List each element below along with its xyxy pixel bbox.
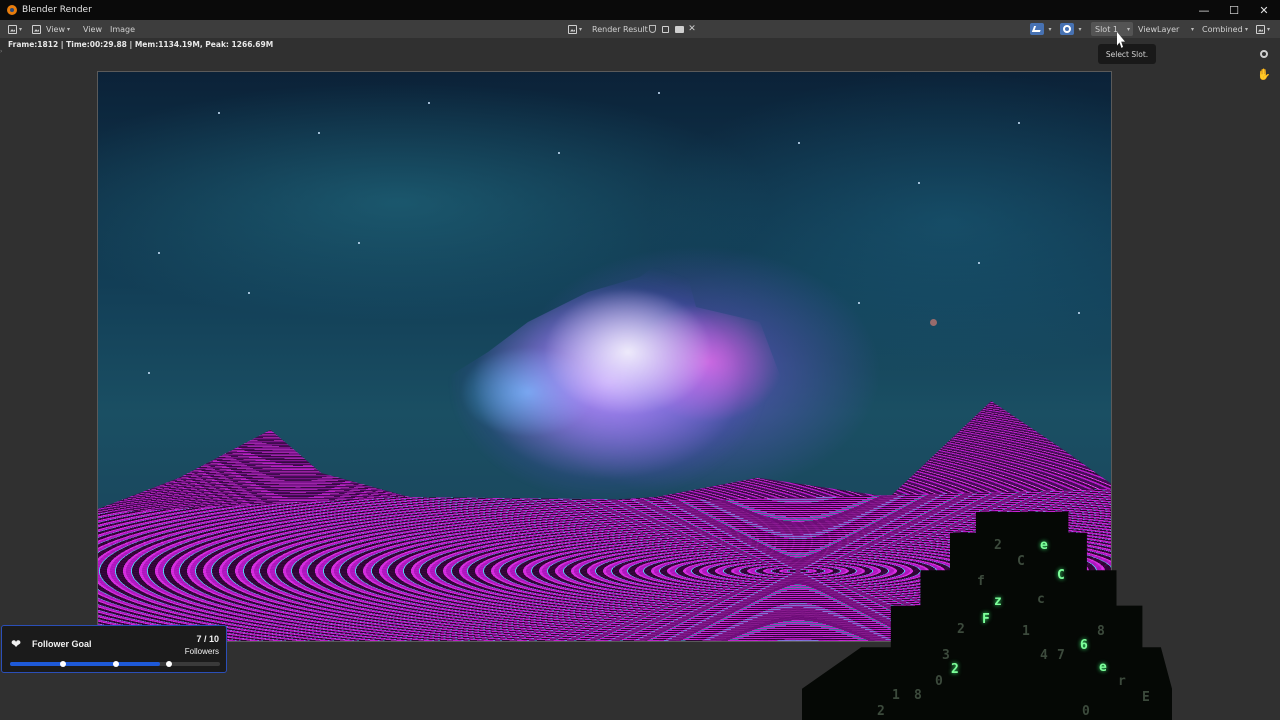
shield-icon[interactable] <box>647 23 658 35</box>
star <box>978 262 980 264</box>
folder-icon[interactable] <box>673 23 685 35</box>
matrix-glyph: 0 <box>935 674 943 689</box>
gizmo-icon <box>1030 23 1044 35</box>
overlay-toggle-button[interactable] <box>1060 23 1074 35</box>
maximize-icon[interactable]: ☐ <box>1219 0 1249 20</box>
matrix-glyph: 6 <box>1080 638 1088 653</box>
progress-marker <box>113 661 119 667</box>
zoom-icon[interactable] <box>1256 46 1272 62</box>
matrix-glyph: z <box>994 594 1002 609</box>
matrix-glyph: E <box>1142 690 1150 705</box>
matrix-glyph: 1 <box>892 688 900 703</box>
heart-icon: ❤ <box>11 637 22 651</box>
gizmo-toggle-button[interactable] <box>1030 23 1044 35</box>
view-layer-label: ViewLayer <box>1138 24 1180 34</box>
view-mode-dropdown[interactable]: View ▾ <box>32 20 70 38</box>
matrix-glyph: 2 <box>951 662 959 677</box>
menu-image[interactable]: Image <box>110 20 135 38</box>
follower-goal-count: 7 / 10 <box>196 634 219 644</box>
star <box>1078 312 1080 314</box>
matrix-glyph: 3 <box>942 648 950 663</box>
blender-logo-icon <box>7 5 17 15</box>
image-editor-header: ▾ View ▾ View Image ▾ Render Result ✕ ▾ ▾… <box>0 20 1280 38</box>
star <box>798 142 800 144</box>
matrix-glyph: 4 <box>1040 648 1048 663</box>
window-titlebar: Blender Render <box>0 0 1280 20</box>
chevron-down-icon[interactable]: ▾ <box>1075 23 1083 35</box>
overlay-icon <box>1060 23 1074 35</box>
image-editor-icon <box>8 24 17 34</box>
image-name-field[interactable]: Render Result <box>589 20 651 38</box>
matrix-glyph: 2 <box>957 622 965 637</box>
duplicate-icon[interactable] <box>660 23 671 35</box>
star <box>148 372 150 374</box>
matrix-glyph: 2 <box>994 538 1002 553</box>
matrix-glyph: e <box>1040 538 1048 553</box>
matrix-glyph: 8 <box>914 688 922 703</box>
unlink-icon[interactable]: ✕ <box>686 23 698 35</box>
star <box>318 132 320 134</box>
view-mode-icon <box>32 24 41 34</box>
view-mode-label: View <box>46 24 65 34</box>
image-name-label: Render Result <box>592 24 648 34</box>
slot-label: Slot 1 <box>1095 24 1118 34</box>
progress-marker <box>60 661 66 667</box>
pan-hand-icon[interactable]: ✋ <box>1256 66 1272 82</box>
star <box>358 242 360 244</box>
chevron-down-icon: ▾ <box>1126 25 1130 33</box>
matrix-glyph: c <box>1037 592 1045 607</box>
follower-goal-title: Follower Goal <box>32 639 92 649</box>
menu-view[interactable]: View <box>83 20 102 38</box>
window-title: Blender Render <box>22 5 92 15</box>
star <box>930 319 937 326</box>
render-pass-dropdown[interactable]: Combined ▾ <box>1199 20 1251 38</box>
follower-goal-unit: Followers <box>184 647 219 656</box>
follower-goal-progress-fill <box>10 662 160 666</box>
matrix-glyph: 8 <box>1097 624 1105 639</box>
star <box>1018 122 1020 124</box>
chevron-down-icon[interactable]: ▾ <box>1045 23 1053 35</box>
chevron-down-icon: ▾ <box>19 25 23 33</box>
editor-type-button[interactable]: ▾ <box>8 20 22 38</box>
star <box>218 112 220 114</box>
display-channels-button[interactable]: ▾ <box>1256 20 1270 38</box>
chevron-down-icon: ▾ <box>1244 25 1248 33</box>
view-layer-dropdown[interactable]: ViewLayer ▾ <box>1135 20 1197 38</box>
close-icon[interactable]: ✕ <box>1249 0 1279 20</box>
matrix-glyph: C <box>1017 554 1025 569</box>
chevron-down-icon: ▾ <box>1267 25 1271 33</box>
star <box>158 252 160 254</box>
matrix-glyph: C <box>1057 568 1065 583</box>
matrix-glyph: e <box>1099 660 1107 675</box>
render-status-text: Frame:1812 | Time:00:29.88 | Mem:1134.19… <box>8 40 274 49</box>
follower-goal-widget: ❤ Follower Goal 7 / 10 Followers <box>1 625 227 673</box>
matrix-glyph: F <box>982 612 990 627</box>
matrix-glyph: f <box>977 574 985 589</box>
progress-marker <box>166 661 172 667</box>
matrix-glyph: 0 <box>1082 704 1090 719</box>
star <box>558 152 560 154</box>
star <box>858 302 860 304</box>
slot-tooltip: Select Slot. <box>1098 44 1156 64</box>
star <box>658 92 660 94</box>
image-browse-icon <box>568 24 577 34</box>
matrix-glyph: 7 <box>1057 648 1065 663</box>
image-browse-button[interactable]: ▾ <box>568 20 582 38</box>
chevron-down-icon: ▾ <box>579 25 583 33</box>
star <box>918 182 920 184</box>
minimize-icon[interactable]: — <box>1189 0 1219 20</box>
matrix-glyph: 2 <box>877 704 885 719</box>
display-channels-icon <box>1256 24 1265 34</box>
follower-goal-progress-bar <box>10 661 220 667</box>
star <box>248 292 250 294</box>
matrix-glyph: r <box>1118 674 1126 689</box>
matrix-glyph: 1 <box>1022 624 1030 639</box>
chevron-down-icon: ▾ <box>1190 25 1194 33</box>
region-toggle-arrow-icon[interactable]: › <box>0 48 4 55</box>
chevron-down-icon: ▾ <box>66 25 70 33</box>
slot-dropdown[interactable]: Slot 1 ▾ <box>1091 22 1133 36</box>
star <box>428 102 430 104</box>
render-pass-label: Combined <box>1202 24 1243 34</box>
